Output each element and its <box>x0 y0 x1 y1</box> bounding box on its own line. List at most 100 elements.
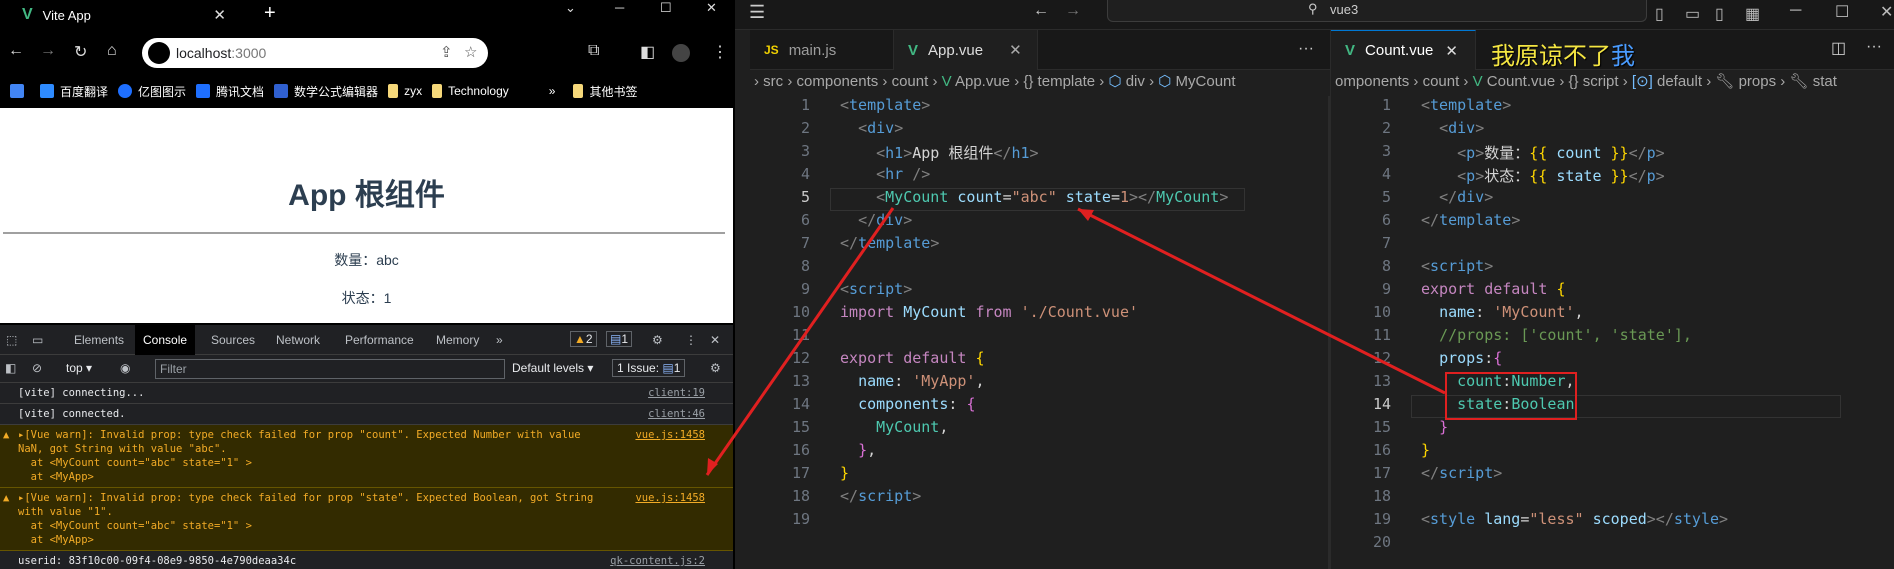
breadcrumb-item[interactable]: props <box>1739 73 1777 90</box>
extensions-icon[interactable]: ⧉ <box>588 42 599 60</box>
more-options-icon[interactable]: ⋮ <box>685 333 697 347</box>
breadcrumb-item[interactable]: default <box>1657 73 1702 90</box>
close-tab-icon[interactable]: ✕ <box>1445 42 1458 60</box>
breadcrumb-item[interactable]: {} script <box>1569 73 1619 90</box>
breadcrumb-item[interactable]: components <box>797 73 879 90</box>
code-line: <template> <box>840 96 931 114</box>
toggle-primary-sidebar-icon[interactable]: ▯ <box>1655 4 1664 24</box>
close-window-button[interactable]: ✕ <box>706 0 717 16</box>
inspect-icon[interactable]: ⬚ <box>6 333 17 347</box>
breadcrumb-item[interactable]: stat <box>1813 73 1837 90</box>
forward-arrow-icon[interactable]: → <box>1065 2 1081 20</box>
site-info-icon[interactable] <box>148 42 170 64</box>
tab-elements[interactable]: Elements <box>74 333 124 347</box>
toggle-panel-icon[interactable]: ▭ <box>1685 4 1700 24</box>
source-link[interactable]: vue.js:1458 <box>635 428 705 442</box>
share-icon[interactable]: ⇪ <box>440 43 453 61</box>
new-tab-button[interactable]: + <box>264 2 276 25</box>
filter-input[interactable]: Filter <box>155 359 505 379</box>
bookmark-item[interactable]: 数学公式编辑器 <box>274 83 378 100</box>
breadcrumb-item[interactable]: count <box>892 73 929 90</box>
toggle-secondary-sidebar-icon[interactable]: ▯ <box>1715 4 1724 24</box>
tab-app-vue[interactable]: V App.vue ✕ <box>894 30 1038 70</box>
breadcrumb-item[interactable]: src <box>763 73 783 90</box>
tab-sources[interactable]: Sources <box>211 333 255 347</box>
source-link[interactable]: vue.js:1458 <box>635 491 705 505</box>
bookmarks-overflow-button[interactable]: » <box>549 84 556 98</box>
bookmark-item[interactable]: 亿图图示 <box>118 83 186 100</box>
log-levels-select[interactable]: Default levels ▾ <box>512 361 593 375</box>
breadcrumb-item[interactable]: count <box>1423 73 1460 90</box>
live-expression-eye-icon[interactable]: ◉ <box>120 361 130 375</box>
maximize-button[interactable]: ☐ <box>660 0 672 16</box>
profile-avatar[interactable] <box>672 44 690 62</box>
tab-network[interactable]: Network <box>276 333 320 347</box>
minimap[interactable] <box>1250 96 1306 136</box>
code-line: export default { <box>840 349 985 367</box>
code-line: <template> <box>1421 96 1512 114</box>
reload-button[interactable]: ↻ <box>74 42 87 62</box>
customize-layout-icon[interactable]: ▦ <box>1745 4 1760 24</box>
code-line: <hr /> <box>876 165 931 183</box>
minimize-button[interactable]: ─ <box>1790 2 1801 20</box>
source-link[interactable]: qk-content.js:2 <box>610 554 705 568</box>
close-button[interactable]: ✕ <box>1880 2 1893 22</box>
console-warning[interactable]: ▲ ▸[Vue warn]: Invalid prop: type check f… <box>0 425 733 488</box>
minimize-button[interactable]: ─ <box>615 0 624 15</box>
console-settings-icon[interactable]: ⚙ <box>710 361 721 375</box>
tab-count-vue[interactable]: V Count.vue ✕ <box>1331 30 1476 70</box>
issues-button[interactable]: 1 Issue: ▤1 <box>612 359 686 377</box>
source-link[interactable]: client:19 <box>648 386 705 400</box>
tab-memory[interactable]: Memory <box>436 333 479 347</box>
clear-console-icon[interactable]: ⊘ <box>32 361 42 375</box>
forward-button[interactable]: → <box>40 42 56 60</box>
back-button[interactable]: ← <box>8 42 24 60</box>
code-line: <p>数量：{{ count }}</p> <box>1457 144 1665 162</box>
context-select[interactable]: top ▾ <box>66 361 92 375</box>
bookmark-google-translate[interactable] <box>10 84 30 98</box>
tab-main-js[interactable]: JS main.js <box>750 30 894 70</box>
address-bar[interactable]: localhost:3000 ⇪ ☆ <box>142 38 488 68</box>
bookmark-item[interactable]: 腾讯文档 <box>196 83 264 100</box>
close-tab-icon[interactable]: ✕ <box>1009 41 1022 59</box>
breadcrumb-item[interactable]: omponents <box>1335 73 1409 90</box>
messages-badge[interactable]: ▤1 <box>606 331 633 347</box>
breadcrumb-item[interactable]: Count.vue <box>1487 73 1555 90</box>
line-number: 11 <box>1372 326 1391 344</box>
bookmark-item[interactable]: 百度翻译 <box>40 83 108 100</box>
back-arrow-icon[interactable]: ← <box>1033 2 1049 20</box>
line-number: 16 <box>791 441 810 459</box>
breadcrumb-item[interactable]: div <box>1126 73 1145 90</box>
source-link[interactable]: client:46 <box>648 407 705 421</box>
close-devtools-icon[interactable]: ✕ <box>710 333 720 347</box>
minimap[interactable] <box>1831 96 1887 136</box>
warnings-badge[interactable]: ▲2 <box>570 331 597 347</box>
tab-performance[interactable]: Performance <box>345 333 414 347</box>
tab-console[interactable]: Console <box>135 325 196 355</box>
breadcrumb-item[interactable]: App.vue <box>955 73 1010 90</box>
more-actions-icon[interactable]: ··· <box>1866 38 1882 56</box>
split-editor-icon[interactable]: ◫ <box>1831 38 1846 58</box>
more-actions-icon[interactable]: ··· <box>1298 40 1314 58</box>
menu-icon[interactable]: ⋮ <box>712 42 728 62</box>
line-number: 15 <box>791 418 810 436</box>
console-warning[interactable]: ▲ ▸[Vue warn]: Invalid prop: type check f… <box>0 488 733 551</box>
sidebar-icon[interactable]: ◧ <box>640 42 655 62</box>
breadcrumb-item[interactable]: MyCount <box>1176 73 1236 90</box>
command-center-search[interactable]: ⚲ vue3 <box>1107 0 1647 22</box>
home-button[interactable]: ⌂ <box>107 42 117 60</box>
maximize-button[interactable]: ☐ <box>1835 2 1849 22</box>
browser-tab[interactable]: V Vite App ✕ <box>14 2 244 28</box>
device-toolbar-icon[interactable]: ▭ <box>32 333 43 347</box>
bookmark-folder[interactable]: zyx <box>388 84 422 98</box>
bookmark-folder[interactable]: Technology <box>432 84 509 98</box>
tab-search-icon[interactable]: ⌄ <box>565 0 576 16</box>
sidebar-toggle-icon[interactable]: ◧ <box>5 361 16 375</box>
menu-hamburger-icon[interactable]: ☰ <box>749 2 765 23</box>
close-tab-icon[interactable]: ✕ <box>213 6 226 24</box>
bookmark-star-icon[interactable]: ☆ <box>464 43 477 61</box>
more-tabs-button[interactable]: » <box>496 333 503 347</box>
settings-gear-icon[interactable]: ⚙ <box>652 333 663 347</box>
breadcrumb-item[interactable]: {} template <box>1023 73 1095 90</box>
other-bookmarks[interactable]: 其他书签 <box>573 83 637 100</box>
